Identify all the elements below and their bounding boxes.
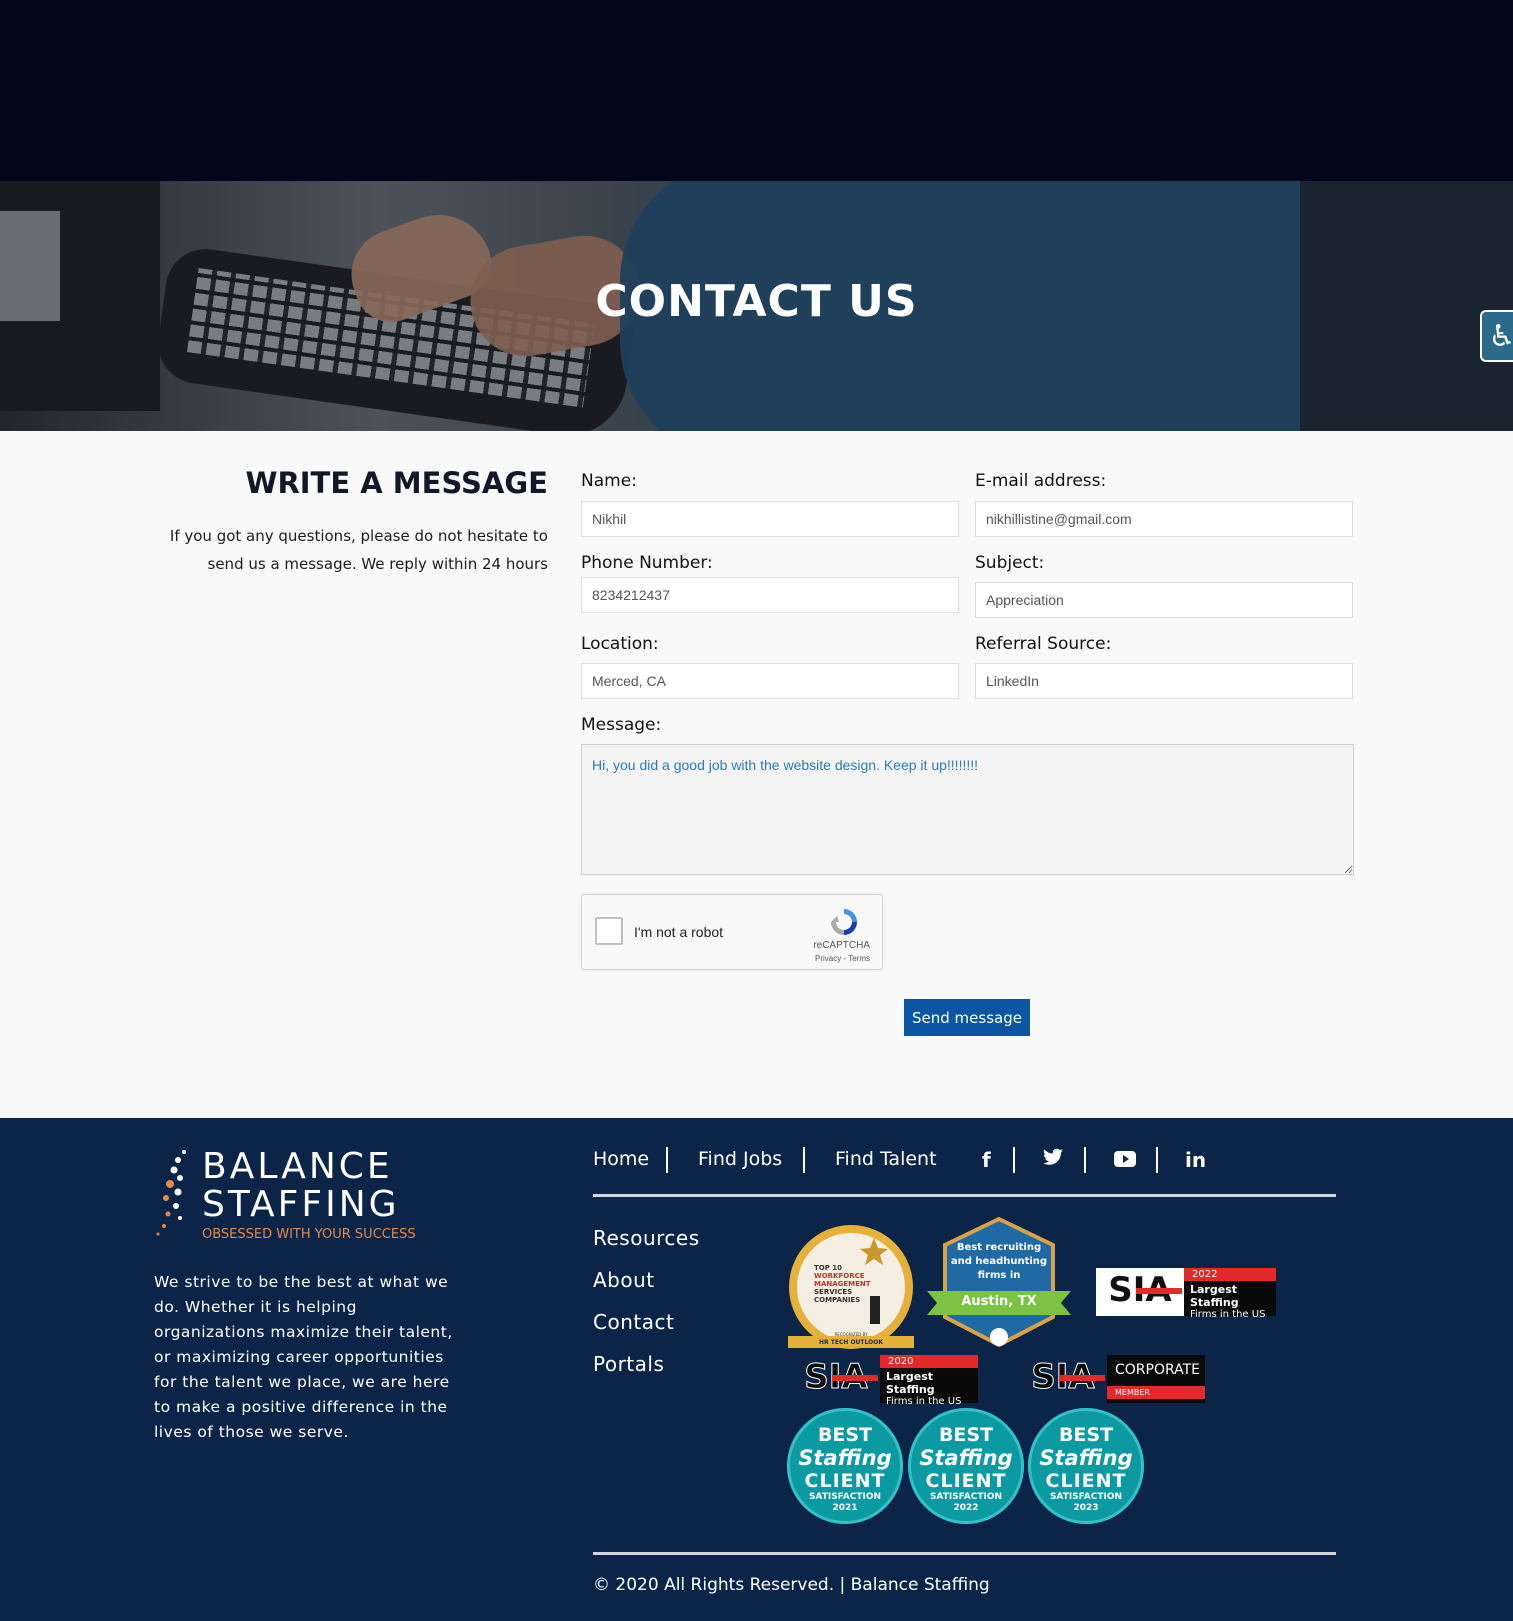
message-label: Message: bbox=[581, 715, 662, 735]
logo-tagline: OBSESSED WITH YOUR SUCCESS bbox=[202, 1227, 416, 1242]
logo-dots-icon bbox=[156, 1150, 186, 1236]
footer-nav-home[interactable]: Home bbox=[593, 1148, 649, 1170]
name-label: Name: bbox=[581, 471, 637, 491]
youtube-icon[interactable] bbox=[1114, 1148, 1136, 1172]
location-input[interactable] bbox=[581, 663, 959, 699]
subject-label: Subject: bbox=[975, 553, 1045, 573]
recaptcha-brand: reCAPTCHA bbox=[813, 940, 870, 951]
footer-link-contact[interactable]: Contact bbox=[593, 1310, 674, 1334]
footer-nav-find-talent[interactable]: Find Talent bbox=[835, 1148, 937, 1170]
sia-2022-badge: SIA 2022 Largest Staffing Firms in the U… bbox=[1096, 1268, 1276, 1320]
sia-corporate-member-badge: SIA CORPORATE MEMBER bbox=[1019, 1355, 1205, 1403]
best-of-staffing-2023-badge: BEST Staffing CLIENT SATISFACTION 2023 bbox=[1028, 1408, 1144, 1524]
email-input[interactable] bbox=[975, 501, 1353, 537]
footer-divider-bottom bbox=[593, 1552, 1336, 1555]
email-label: E-mail address: bbox=[975, 471, 1107, 491]
page-title: CONTACT US bbox=[595, 276, 918, 327]
accessibility-button[interactable]: ♿ bbox=[1480, 310, 1513, 362]
footer-logo[interactable]: BALANCE STAFFING OBSESSED WITH YOUR SUCC… bbox=[154, 1146, 424, 1242]
recaptcha-checkbox[interactable] bbox=[595, 917, 623, 945]
send-message-button[interactable]: Send message bbox=[904, 999, 1030, 1036]
recaptcha-logo-icon bbox=[831, 909, 857, 935]
social-divider bbox=[1156, 1147, 1158, 1173]
social-divider bbox=[1084, 1147, 1086, 1173]
footer-link-portals[interactable]: Portals bbox=[593, 1352, 664, 1376]
referral-input[interactable] bbox=[975, 663, 1353, 699]
footer-link-about[interactable]: About bbox=[593, 1268, 655, 1292]
linkedin-icon[interactable]: in bbox=[1185, 1148, 1206, 1172]
recaptcha-label: I'm not a robot bbox=[634, 924, 724, 940]
section-description: If you got any questions, please do not … bbox=[169, 527, 548, 573]
footer-nav-divider bbox=[666, 1147, 668, 1173]
footer-link-resources[interactable]: Resources bbox=[593, 1226, 700, 1250]
logo-word-balance: BALANCE bbox=[202, 1146, 393, 1187]
hero-banner: CONTACT US bbox=[0, 181, 1513, 431]
facebook-icon[interactable]: f bbox=[982, 1148, 991, 1172]
twitter-icon[interactable] bbox=[1043, 1148, 1063, 1171]
footer-nav-divider bbox=[803, 1147, 805, 1173]
footer-divider-top bbox=[593, 1194, 1336, 1197]
subject-input[interactable] bbox=[975, 582, 1353, 618]
phone-label: Phone Number: bbox=[581, 553, 713, 573]
top-header-bar bbox=[0, 0, 1513, 181]
footer-description: We strive to be the best at what we do. … bbox=[154, 1273, 453, 1441]
phone-input[interactable] bbox=[581, 577, 959, 613]
recaptcha-widget: I'm not a robot reCAPTCHA Privacy - Term… bbox=[581, 894, 883, 970]
message-textarea[interactable]: Hi, you did a good job with the website … bbox=[581, 744, 1354, 875]
section-heading: WRITE A MESSAGE bbox=[245, 466, 548, 500]
logo-word-staffing: STAFFING bbox=[202, 1184, 400, 1225]
recaptcha-terms-link[interactable]: Privacy - Terms bbox=[815, 954, 870, 963]
social-divider bbox=[1013, 1147, 1015, 1173]
austin-best-recruiting-badge: Best recruiting and headhunting firms in… bbox=[925, 1217, 1073, 1353]
hr-tech-outlook-badge: TOP 10 WORKFORCE MANAGEMENT SERVICES COM… bbox=[788, 1224, 914, 1350]
location-label: Location: bbox=[581, 634, 659, 654]
best-of-staffing-2021-badge: BEST Staffing CLIENT SATISFACTION 2021 bbox=[787, 1408, 903, 1524]
copyright-text: © 2020 All Rights Reserved. | Balance St… bbox=[593, 1575, 990, 1595]
name-input[interactable] bbox=[581, 501, 959, 537]
footer-nav-find-jobs[interactable]: Find Jobs bbox=[698, 1148, 782, 1170]
referral-label: Referral Source: bbox=[975, 634, 1112, 654]
best-of-staffing-2022-badge: BEST Staffing CLIENT SATISFACTION 2022 bbox=[908, 1408, 1024, 1524]
sia-2020-badge: SIA 2020 Largest Staffing Firms in the U… bbox=[792, 1355, 978, 1407]
wheelchair-icon: ♿ bbox=[1488, 318, 1513, 354]
